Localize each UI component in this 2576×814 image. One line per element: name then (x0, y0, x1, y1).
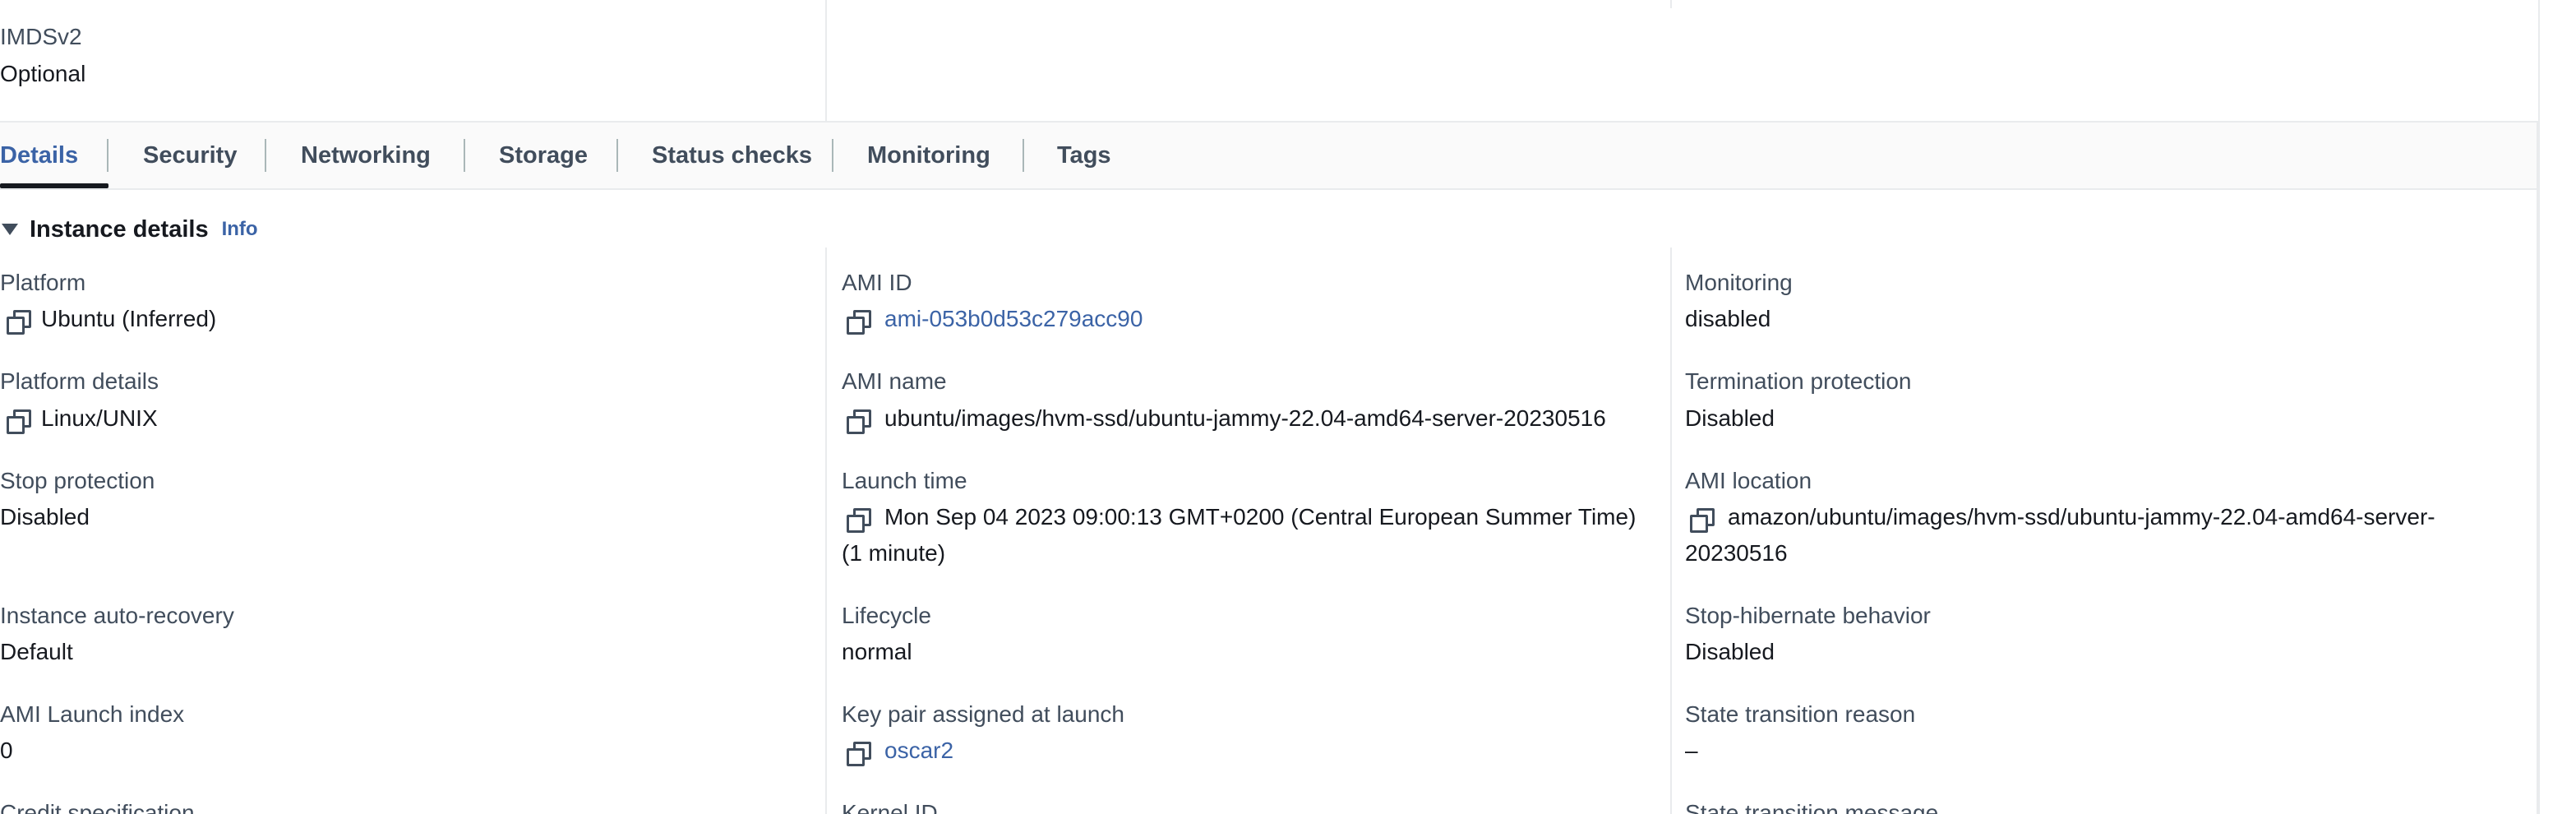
platform-details-value: Linux/UNIX (0, 405, 158, 434)
ami-id-value: ami-053b0d53c279acc90 (847, 305, 1143, 335)
stop-hibernate-label: Stop-hibernate behavior (1685, 603, 1931, 628)
ami-location-label: AMI location (1685, 468, 1812, 493)
section-title[interactable]: Instance details (30, 216, 209, 243)
ami-name-text: ubuntu/images/hvm-ssd/ubuntu-jammy-22.04… (884, 405, 1606, 431)
termination-protection-value: Disabled (1685, 405, 1775, 431)
tab-security[interactable]: Security (143, 123, 237, 188)
ami-location-value: amazon/ubuntu/images/hvm-ssd/ubuntu-jamm… (1690, 503, 2435, 533)
launch-time-label: Launch time (842, 468, 967, 493)
tab-separator (1023, 139, 1024, 172)
tab-separator (265, 139, 266, 172)
tab-storage[interactable]: Storage (499, 123, 588, 188)
copy-icon[interactable] (7, 409, 31, 434)
monitoring-label: Monitoring (1685, 270, 1793, 295)
tab-networking[interactable]: Networking (301, 123, 431, 188)
tab-details[interactable]: Details (0, 123, 78, 188)
lifecycle-label: Lifecycle (842, 603, 931, 628)
copy-icon[interactable] (7, 309, 31, 335)
caret-down-icon[interactable] (2, 224, 18, 235)
copy-icon[interactable] (1690, 507, 1715, 533)
tab-tags[interactable]: Tags (1057, 123, 1111, 188)
platform-details-text: Linux/UNIX (41, 405, 158, 431)
ami-location-text-2: 20230516 (1685, 540, 1788, 566)
launch-index-label: AMI Launch index (0, 701, 185, 727)
ami-name-label: AMI name (842, 368, 947, 394)
credit-specification-label: Credit specification (0, 800, 195, 814)
column-divider (1670, 0, 1672, 8)
column-divider (825, 247, 827, 814)
ami-id-link[interactable]: ami-053b0d53c279acc90 (884, 306, 1143, 331)
launch-index-value: 0 (0, 738, 13, 763)
instance-details-page: IMDSv2 Optional Details Security Network… (0, 0, 2576, 814)
platform-text: Ubuntu (Inferred) (41, 306, 217, 331)
auto-recovery-value: Default (0, 639, 73, 664)
imds-value: Optional (0, 61, 86, 86)
auto-recovery-label: Instance auto-recovery (0, 603, 234, 628)
key-pair-link[interactable]: oscar2 (884, 738, 953, 763)
info-link[interactable]: Info (222, 218, 258, 241)
copy-icon[interactable] (847, 741, 871, 766)
column-divider (1670, 247, 1672, 814)
tab-separator (464, 139, 465, 172)
summary-strip: IMDSv2 Optional (0, 0, 2540, 121)
tab-separator (107, 139, 108, 172)
state-transition-reason-value: – (1685, 738, 1698, 763)
copy-icon[interactable] (847, 507, 871, 533)
stop-hibernate-value: Disabled (1685, 639, 1775, 664)
tab-status-checks[interactable]: Status checks (652, 123, 812, 188)
tab-separator (832, 139, 833, 172)
ami-name-value: ubuntu/images/hvm-ssd/ubuntu-jammy-22.04… (847, 405, 1606, 434)
tab-monitoring[interactable]: Monitoring (867, 123, 990, 188)
key-pair-label: Key pair assigned at launch (842, 701, 1124, 727)
scrollbar-track[interactable] (2538, 0, 2576, 814)
copy-icon[interactable] (847, 409, 871, 434)
tab-separator (616, 139, 618, 172)
column-divider (825, 0, 827, 121)
lifecycle-value: normal (842, 639, 912, 664)
stop-protection-value: Disabled (0, 504, 90, 530)
kernel-id-label: Kernel ID (842, 800, 938, 814)
monitoring-value: disabled (1685, 306, 1771, 331)
launch-time-text: Mon Sep 04 2023 09:00:13 GMT+0200 (Centr… (884, 504, 1637, 530)
copy-icon[interactable] (847, 309, 871, 335)
instance-details-panel: Instance details Info Platform Ubuntu (I… (0, 188, 2538, 814)
imds-label: IMDSv2 (0, 24, 82, 49)
state-transition-message-label: State transition message (1685, 800, 1939, 814)
stop-protection-label: Stop protection (0, 468, 155, 493)
ami-id-label: AMI ID (842, 270, 912, 295)
platform-value: Ubuntu (Inferred) (0, 305, 217, 335)
launch-time-ago: (1 minute) (842, 540, 946, 566)
termination-protection-label: Termination protection (1685, 368, 1912, 394)
tab-bar: Details Security Networking Storage Stat… (0, 121, 2538, 190)
section-header: Instance details Info (0, 213, 258, 246)
platform-label: Platform (0, 270, 86, 295)
key-pair-value: oscar2 (847, 737, 953, 766)
ami-location-text-1: amazon/ubuntu/images/hvm-ssd/ubuntu-jamm… (1728, 504, 2435, 530)
platform-details-label: Platform details (0, 368, 159, 394)
state-transition-reason-label: State transition reason (1685, 701, 1916, 727)
launch-time-value: Mon Sep 04 2023 09:00:13 GMT+0200 (Centr… (847, 503, 1637, 533)
